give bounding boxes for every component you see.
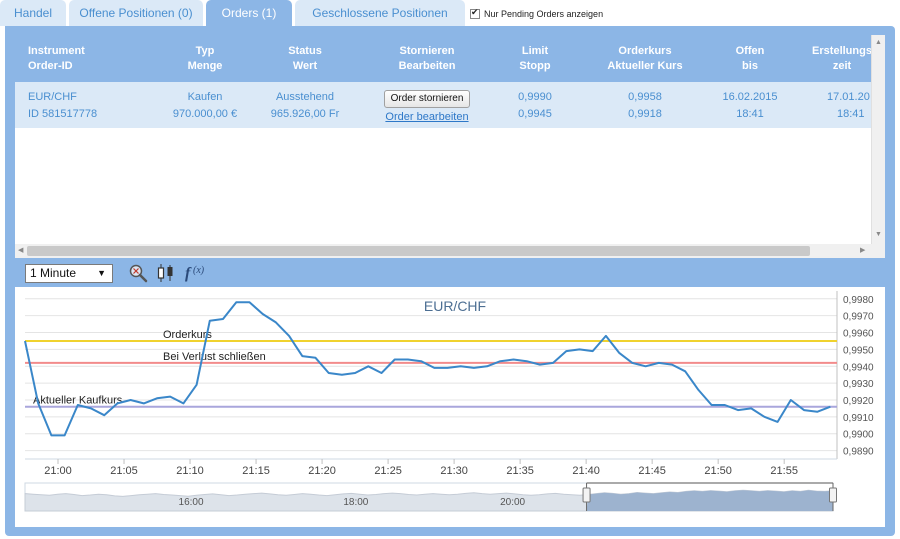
- interval-value: 1 Minute: [30, 266, 77, 280]
- edit-order-link[interactable]: Order bearbeiten: [377, 111, 477, 123]
- cell-stopp: 0,9945: [518, 108, 552, 120]
- cell-wert: 965.926,00 Fr: [270, 108, 340, 120]
- header-limit[interactable]: Limit Stopp: [505, 44, 565, 74]
- pending-orders-label: Nur Pending Orders anzeigen: [484, 9, 604, 19]
- x-tick-label: 21:35: [506, 465, 534, 477]
- y-tick-label: 0,9890: [843, 447, 874, 458]
- tab-handel[interactable]: Handel: [0, 0, 66, 26]
- cell-limit: 0,9990: [518, 91, 552, 103]
- function-icon[interactable]: f (x): [183, 262, 209, 284]
- navigator-label: 20:00: [500, 497, 525, 508]
- interval-select[interactable]: 1 Minute ▼: [25, 264, 113, 283]
- x-tick-label: 21:10: [176, 465, 204, 477]
- scroll-up-icon[interactable]: ▲: [875, 39, 882, 46]
- x-tick-label: 21:50: [704, 465, 732, 477]
- pending-orders-filter: Nur Pending Orders anzeigen: [470, 7, 603, 21]
- header-instrument[interactable]: Instrument Order-ID: [28, 44, 85, 74]
- x-tick-label: 21:20: [308, 465, 336, 477]
- x-tick-label: 21:45: [638, 465, 666, 477]
- header-typ[interactable]: Typ Menge: [165, 44, 245, 74]
- y-tick-label: 0,9970: [843, 312, 874, 323]
- navigator-handle-grip: [582, 487, 591, 503]
- y-tick-label: 0,9930: [843, 379, 874, 390]
- x-tick-label: 21:55: [770, 465, 798, 477]
- cell-instrument: EUR/CHF: [28, 91, 77, 103]
- table-horizontal-scrollbar[interactable]: ◀ ▶: [15, 244, 871, 258]
- table-row[interactable]: EUR/CHF ID 581517778 Kaufen 970.000,00 €…: [15, 82, 871, 128]
- x-tick-label: 21:15: [242, 465, 270, 477]
- cell-orderkurs: 0,9958: [628, 91, 662, 103]
- x-tick-label: 21:25: [374, 465, 402, 477]
- y-tick-label: 0,9960: [843, 329, 874, 340]
- header-erstellungszeit[interactable]: Erstellungs zeit: [807, 44, 871, 74]
- header-offen[interactable]: Offen bis: [715, 44, 785, 74]
- cell-order-id: ID 581517778: [28, 108, 98, 120]
- zoom-icon[interactable]: [127, 262, 149, 284]
- cancel-order-button[interactable]: Order stornieren: [384, 90, 470, 108]
- y-tick-label: 0,9940: [843, 362, 874, 373]
- table-vertical-scrollbar[interactable]: ▲ ▼: [871, 35, 885, 244]
- tab-orders[interactable]: Orders (1): [206, 0, 292, 26]
- x-tick-label: 21:40: [572, 465, 600, 477]
- scroll-down-icon[interactable]: ▼: [875, 231, 882, 238]
- orders-table: Instrument Order-ID Typ Menge Status Wert S…: [15, 35, 871, 258]
- cell-erstellung-datum: 17.01.20: [827, 91, 870, 103]
- chart-title: EUR/CHF: [424, 298, 486, 314]
- navigator-label: 18:00: [343, 497, 368, 508]
- navigator-handle-grip: [829, 487, 837, 503]
- svg-text:(x): (x): [193, 265, 205, 276]
- cell-erstellung-zeit: 18:41: [837, 108, 865, 120]
- chart-toolbar: 1 Minute ▼ f (x): [15, 260, 885, 286]
- table-header: Instrument Order-ID Typ Menge Status Wert S…: [15, 35, 871, 82]
- horizontal-scroll-thumb[interactable]: [27, 246, 810, 256]
- y-tick-label: 0,9980: [843, 295, 874, 306]
- cell-aktueller-kurs: 0,9918: [628, 108, 662, 120]
- scroll-right-icon[interactable]: ▶: [860, 246, 865, 254]
- cell-bis: 18:41: [736, 108, 764, 120]
- x-tick-label: 21:05: [110, 465, 138, 477]
- price-chart-svg: Bei Gewinn schließenOrderkursBei Verlust…: [24, 291, 874, 512]
- y-tick-label: 0,9950: [843, 345, 874, 356]
- tab-bar: Handel Offene Positionen (0) Orders (1) …: [0, 0, 900, 26]
- tab-offene-positionen[interactable]: Offene Positionen (0): [69, 0, 203, 26]
- candlestick-icon[interactable]: [155, 262, 177, 284]
- price-series-line: [24, 301, 831, 437]
- header-stornieren[interactable]: Stornieren Bearbeiten: [377, 44, 477, 74]
- scrollbar-corner: [871, 244, 885, 258]
- cell-status: Ausstehend: [275, 91, 335, 103]
- x-tick-label: 21:30: [440, 465, 468, 477]
- pending-orders-checkbox[interactable]: [470, 7, 480, 19]
- cell-menge: 970.000,00 €: [172, 108, 238, 120]
- cell-typ: Kaufen: [187, 91, 223, 103]
- y-tick-label: 0,9900: [843, 430, 874, 441]
- x-tick-label: 21:00: [44, 465, 72, 477]
- y-tick-label: 0,9920: [843, 396, 874, 407]
- chevron-down-icon: ▼: [97, 268, 106, 278]
- scroll-left-icon[interactable]: ◀: [18, 246, 23, 254]
- level-label: Bei Verlust schließen: [163, 351, 266, 363]
- cell-offen: 16.02.2015: [722, 91, 778, 103]
- tab-geschlossene-positionen[interactable]: Geschlossene Positionen: [295, 0, 465, 26]
- price-chart[interactable]: Bei Gewinn schließenOrderkursBei Verlust…: [15, 287, 885, 527]
- header-status[interactable]: Status Wert: [265, 44, 345, 74]
- navigator-label: 16:00: [179, 497, 204, 508]
- svg-text:f: f: [185, 265, 192, 282]
- y-tick-label: 0,9910: [843, 413, 874, 424]
- header-orderkurs[interactable]: Orderkurs Aktueller Kurs: [595, 44, 695, 74]
